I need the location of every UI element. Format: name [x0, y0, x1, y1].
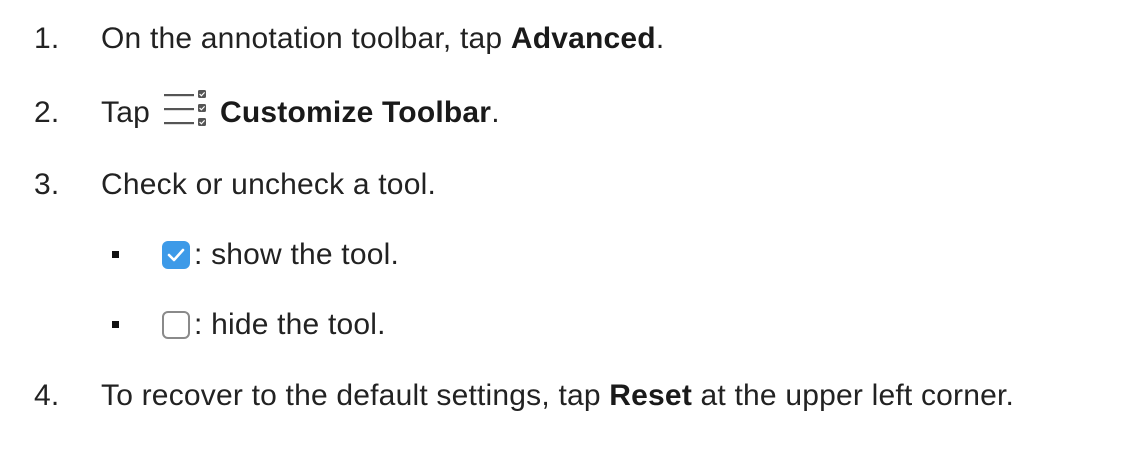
- step-number: 3.: [34, 168, 60, 201]
- reset-label: Reset: [609, 379, 693, 412]
- bullet-icon: [112, 321, 119, 328]
- step-text: Tap: [101, 96, 150, 129]
- step-text-end: .: [655, 22, 665, 55]
- step-text-end: .: [491, 96, 500, 129]
- unchecked-checkbox-icon: [162, 311, 190, 339]
- bullet-icon: [112, 251, 119, 258]
- advanced-label: Advanced: [510, 22, 656, 55]
- sub-item-text: : hide the tool.: [194, 308, 386, 341]
- step-number: 1.: [34, 22, 60, 55]
- checked-checkbox-icon: [162, 241, 190, 269]
- step-number: 4.: [34, 379, 60, 412]
- step-text-end: at the upper left corner.: [692, 379, 1015, 412]
- step-text: Check or uncheck a tool.: [101, 168, 436, 201]
- customize-toolbar-icon: [163, 89, 210, 137]
- customize-toolbar-label: Customize Toolbar: [219, 96, 492, 129]
- sub-item-text: : show the tool.: [194, 238, 399, 271]
- step-text: To recover to the default settings, tap: [101, 379, 610, 412]
- step-number: 2.: [34, 96, 60, 129]
- step-text: On the annotation toolbar, tap: [101, 22, 511, 55]
